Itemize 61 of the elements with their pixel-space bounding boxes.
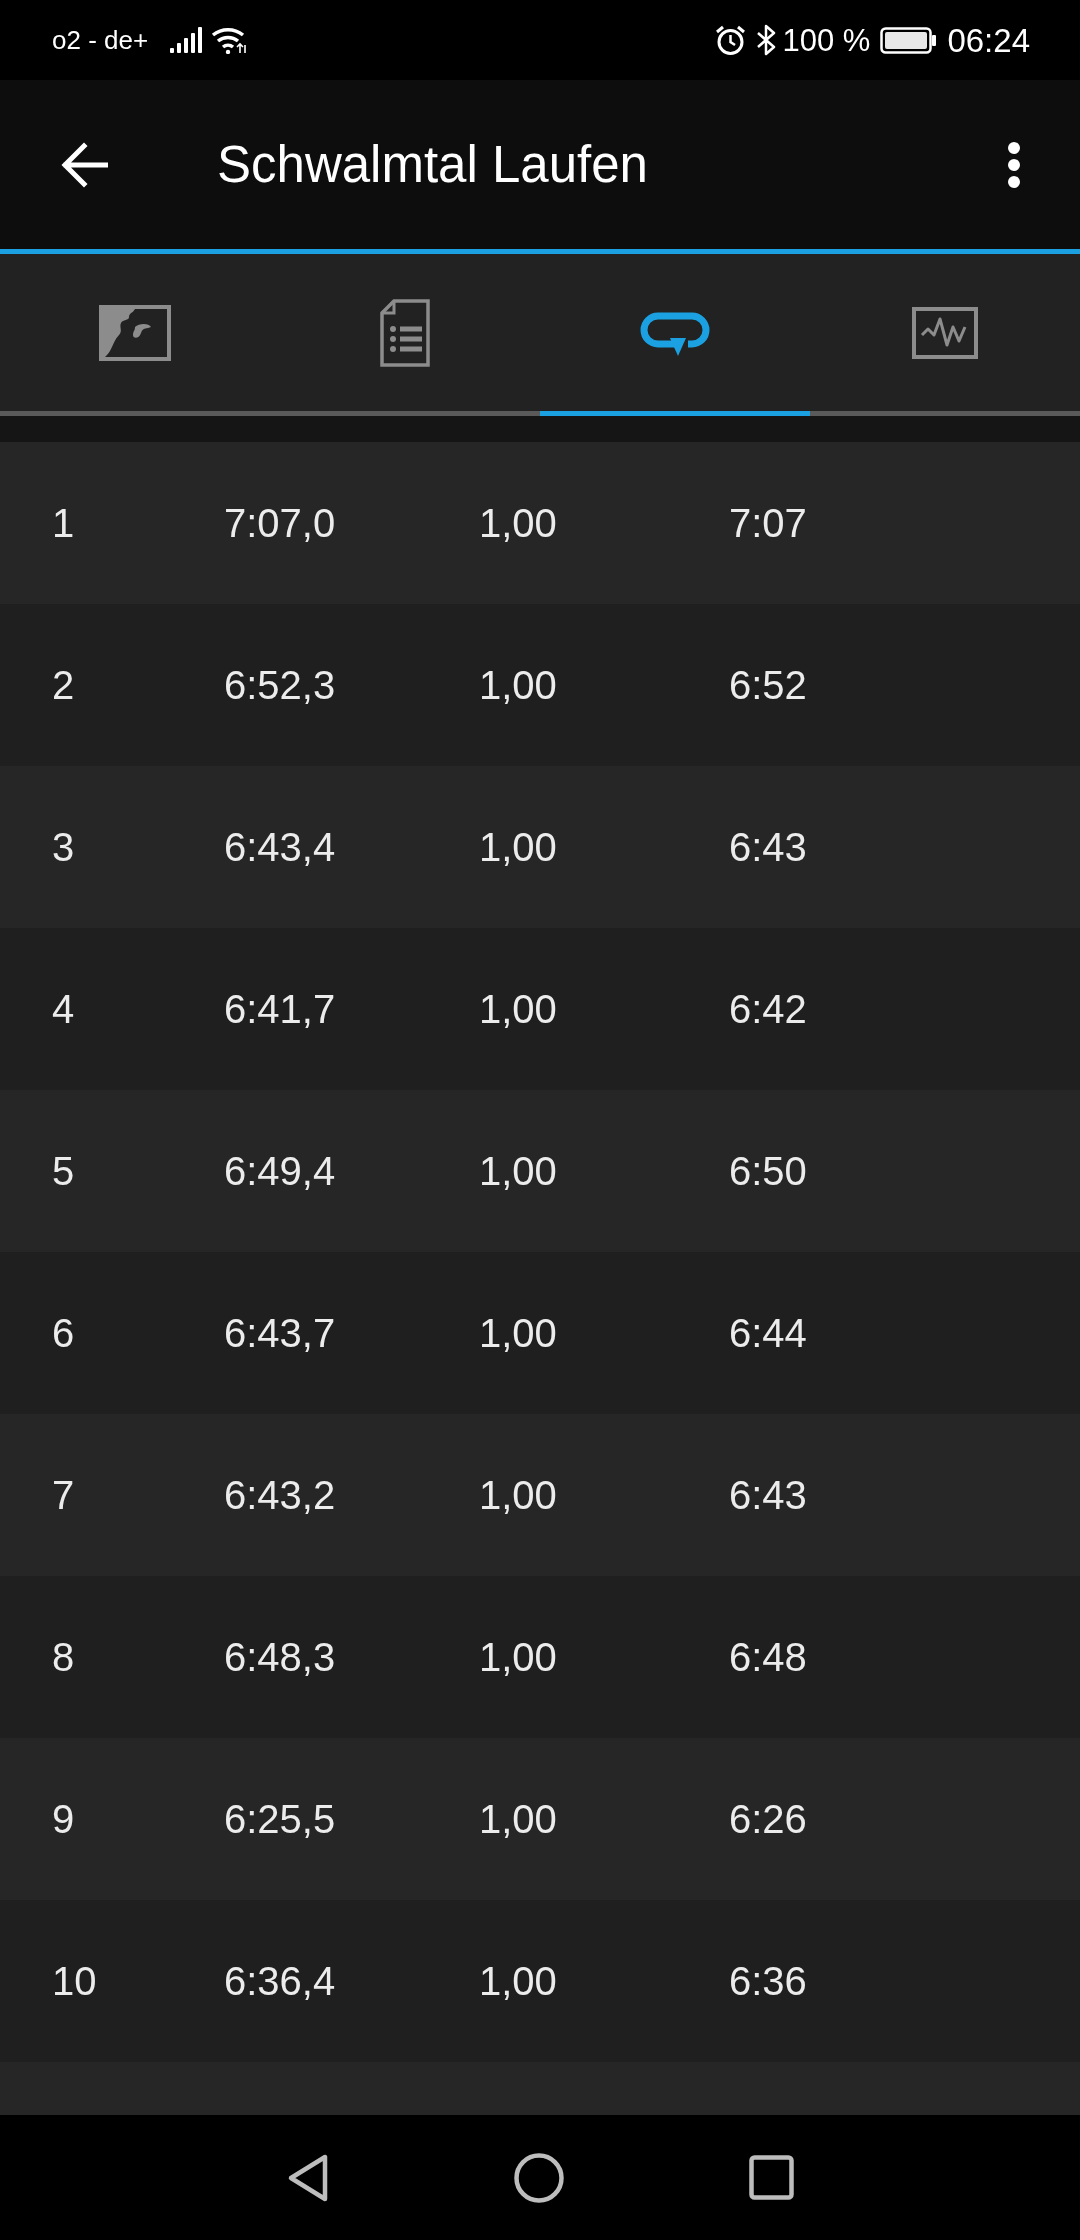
activity-title: Schwalmtal Laufen: [217, 139, 648, 190]
map-icon: [99, 304, 171, 361]
table-cell: 1,00: [479, 665, 557, 705]
back-icon[interactable]: [286, 2152, 329, 2203]
table-cell: 6:43,2: [224, 1475, 336, 1515]
table-cell: 6:41,7: [224, 989, 336, 1029]
signal-icon: [170, 27, 203, 53]
table-cell: 7:07: [729, 503, 807, 543]
table-cell: 6:26: [729, 1799, 807, 1839]
table-cell: 6:43: [729, 827, 807, 867]
table-cell: 3: [52, 827, 75, 867]
lap-row[interactable]: 2 6:52,3 1,00 6:52: [0, 604, 1080, 766]
back-arrow-icon: [60, 140, 108, 189]
table-cell: 6:52,3: [224, 665, 336, 705]
lap-row[interactable]: 6 6:43,7 1,00 6:44: [0, 1252, 1080, 1414]
table-cell: 6:49,4: [224, 1151, 336, 1191]
table-cell: 6:44: [729, 1313, 807, 1353]
table-cell: 1,00: [479, 989, 557, 1029]
table-cell: 6:43,7: [224, 1313, 336, 1353]
table-cell: 1: [52, 503, 75, 543]
table-cell: 1,00: [479, 1151, 557, 1191]
clock-time: 06:24: [947, 23, 1030, 57]
table-cell: 7: [52, 1475, 75, 1515]
battery-percentage: 100 %: [782, 24, 871, 56]
recent-apps-icon[interactable]: [748, 2155, 794, 2200]
table-cell: 5: [52, 1151, 75, 1191]
table-cell: 1,00: [479, 1475, 557, 1515]
table-cell: 6:48: [729, 1637, 807, 1677]
bluetooth-icon: [755, 24, 777, 56]
battery-icon: [880, 26, 938, 54]
document-list-icon: [380, 298, 430, 367]
lap-row[interactable]: 10 6:36,4 1,00 6:36: [0, 1900, 1080, 2062]
more-options-icon: [1007, 140, 1021, 189]
alarm-clock-icon: [714, 24, 746, 56]
table-cell: 1,00: [479, 1637, 557, 1677]
table-cell: 6:36: [729, 1961, 807, 2001]
home-icon[interactable]: [513, 2152, 564, 2203]
table-cell: 1,00: [479, 827, 557, 867]
table-cell: 1,00: [479, 503, 557, 543]
table-cell: 6:36,4: [224, 1961, 336, 2001]
table-cell: 1,00: [479, 1961, 557, 2001]
pulse-chart-icon: [912, 306, 978, 359]
table-cell: 8: [52, 1637, 75, 1677]
table-cell: 6:43,4: [224, 827, 336, 867]
lap-row[interactable]: 8 6:48,3 1,00 6:48: [0, 1576, 1080, 1738]
table-cell: 6:52: [729, 665, 807, 705]
table-cell: 10: [52, 1961, 97, 2001]
table-cell: 6:43: [729, 1475, 807, 1515]
table-cell: 4: [52, 989, 75, 1029]
table-cell: 7:07,0: [224, 503, 336, 543]
carrier-name: o2 - de+: [52, 27, 149, 53]
table-cell: 1,00: [479, 1799, 557, 1839]
table-cell: 6:50: [729, 1151, 807, 1191]
table-cell: 6:48,3: [224, 1637, 336, 1677]
lap-row[interactable]: 4 6:41,7 1,00 6:42: [0, 928, 1080, 1090]
table-cell: 6: [52, 1313, 75, 1353]
table-cell: 6:25,5: [224, 1799, 336, 1839]
table-cell: 9: [52, 1799, 75, 1839]
table-cell: 1,00: [479, 1313, 557, 1353]
table-cell: 2: [52, 665, 75, 705]
table-cell: 6:42: [729, 989, 807, 1029]
